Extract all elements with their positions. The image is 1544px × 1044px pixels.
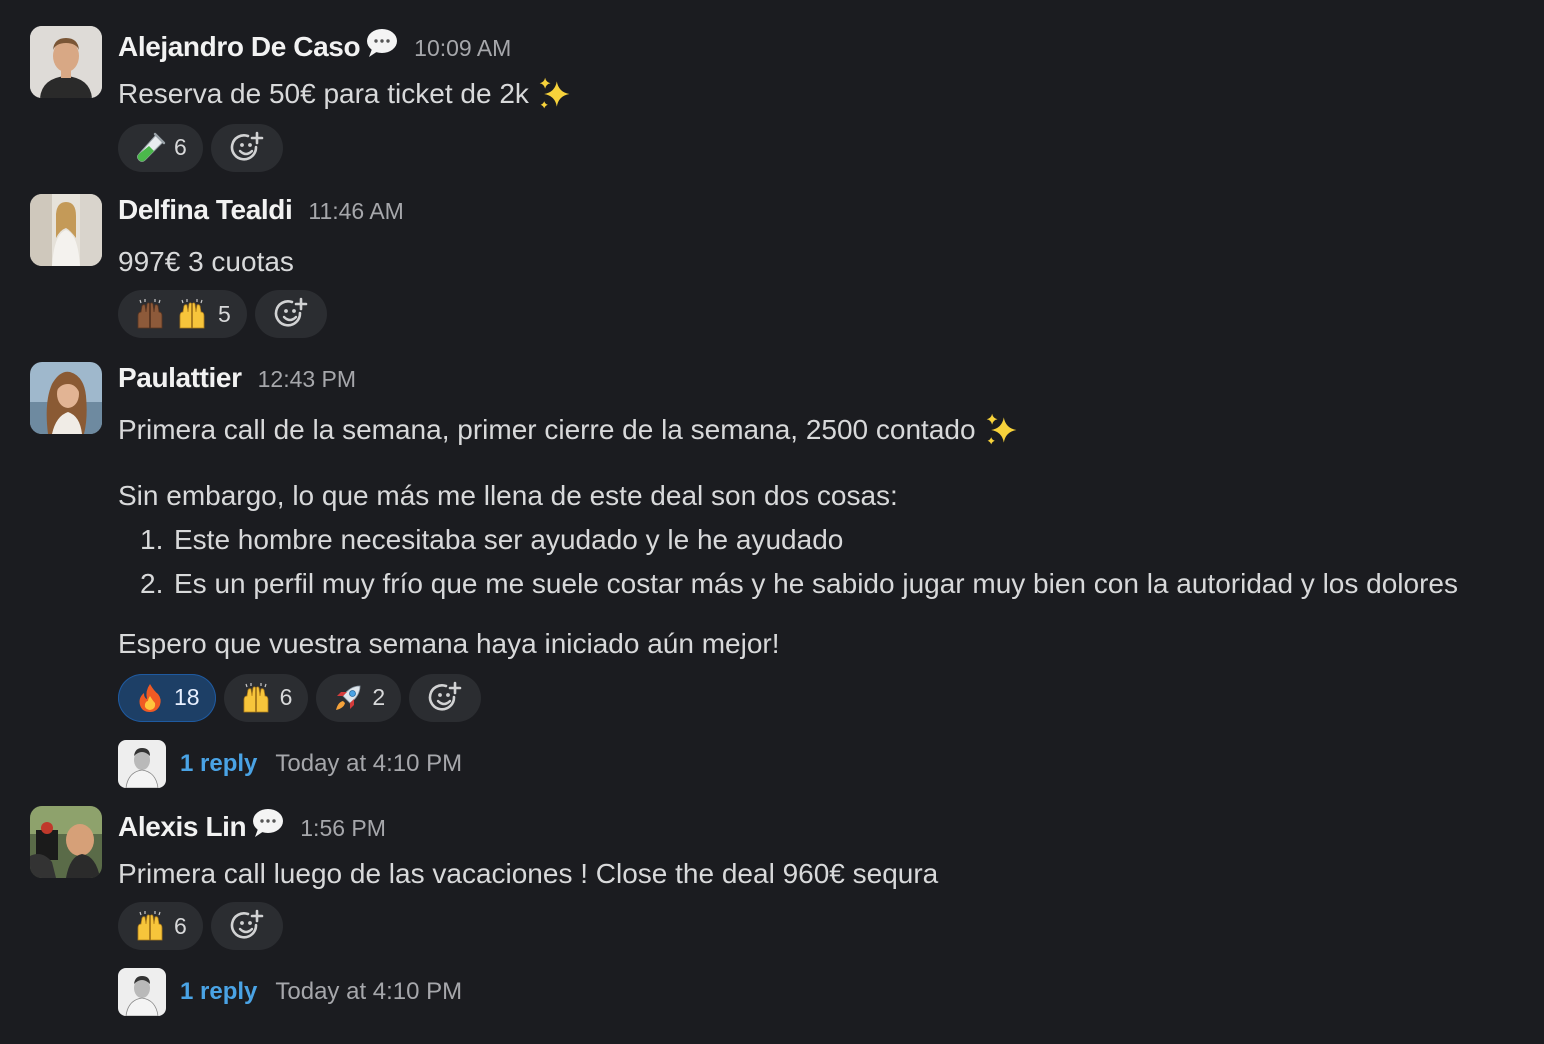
reaction-rocket[interactable]: 2 [316, 673, 402, 722]
add-reaction-button[interactable] [409, 673, 482, 722]
add-reaction-icon [427, 680, 463, 716]
message-text: 997€ 3 cuotas [118, 246, 294, 277]
list-item: 1. Este hombre necesitaba ser ayudado y l… [140, 523, 844, 555]
message-text: Primera call de la semana, primer cierre… [118, 414, 976, 445]
raised-hands-icon [134, 298, 166, 330]
reaction-raised-hands[interactable]: 6 [223, 673, 309, 722]
raised-hands-icon [240, 682, 272, 714]
add-reaction-icon [273, 296, 309, 332]
message-text: Espero que vuestra semana haya iniciado … [118, 627, 780, 659]
reaction-count: 6 [279, 684, 293, 711]
fire-icon [134, 682, 166, 714]
avatar [118, 739, 166, 788]
avatar [118, 968, 166, 1016]
timestamp[interactable]: 10:09 AM [414, 35, 511, 62]
thread-summary[interactable]: 1 reply Today at 4:10 PM [118, 739, 1538, 788]
sparkles-icon [982, 412, 1022, 448]
message-text: Sin embargo, lo que más me llena de este… [118, 479, 898, 511]
rocket-icon [332, 682, 364, 714]
timestamp[interactable]: 12:43 PM [258, 366, 356, 393]
author-name[interactable]: Alexis Lin [118, 811, 247, 843]
reaction-count: 5 [218, 300, 231, 327]
add-reaction-icon [229, 130, 265, 166]
numbered-list: 1. Este hombre necesitaba ser ayudado y l… [118, 518, 1538, 606]
add-reaction-icon [229, 908, 265, 944]
message-text: Primera call luego de las vacaciones ! C… [118, 858, 939, 889]
avatar[interactable] [30, 362, 102, 434]
reply-count-link[interactable]: 1 reply [180, 978, 257, 1006]
author-name[interactable]: Paulattier [118, 362, 242, 394]
reaction-test-tube[interactable]: 6 [118, 123, 203, 172]
add-reaction-button[interactable] [210, 902, 283, 950]
timestamp[interactable]: 1:56 PM [300, 815, 386, 842]
speech-bubble-icon [366, 28, 398, 58]
add-reaction-button[interactable] [210, 123, 283, 172]
author-name[interactable]: Alejandro De Caso [118, 31, 361, 63]
reaction-count: 6 [174, 134, 187, 161]
avatar[interactable] [30, 806, 102, 878]
raised-hands-icon [134, 910, 166, 942]
reaction-count: 6 [174, 912, 187, 939]
test-tube-icon [134, 132, 166, 164]
avatar[interactable] [30, 26, 102, 98]
reaction-count: 18 [174, 684, 200, 711]
speech-bubble-icon [252, 808, 284, 838]
add-reaction-button[interactable] [254, 290, 327, 338]
sparkles-icon [535, 76, 575, 112]
message-text: Reserva de 50€ para ticket de 2k [118, 78, 529, 109]
reply-count-link[interactable]: 1 reply [180, 750, 257, 778]
list-item: 2. Es un perfil muy frío que me suele cos… [140, 567, 1458, 599]
author-name[interactable]: Delfina Tealdi [118, 194, 293, 226]
reply-time: Today at 4:10 PM [275, 749, 463, 777]
reaction-raised-hands[interactable]: 6 [118, 902, 203, 950]
timestamp[interactable]: 11:46 AM [308, 198, 403, 225]
reaction-raised-hands[interactable]: 5 [118, 290, 247, 338]
thread-summary[interactable]: 1 reply Today at 4:10 PM [118, 968, 1538, 1016]
raised-hands-icon [176, 298, 208, 330]
reaction-fire[interactable]: 18 [118, 673, 216, 722]
avatar[interactable] [30, 194, 102, 266]
reply-time: Today at 4:10 PM [275, 978, 463, 1005]
reaction-count: 2 [372, 684, 386, 711]
